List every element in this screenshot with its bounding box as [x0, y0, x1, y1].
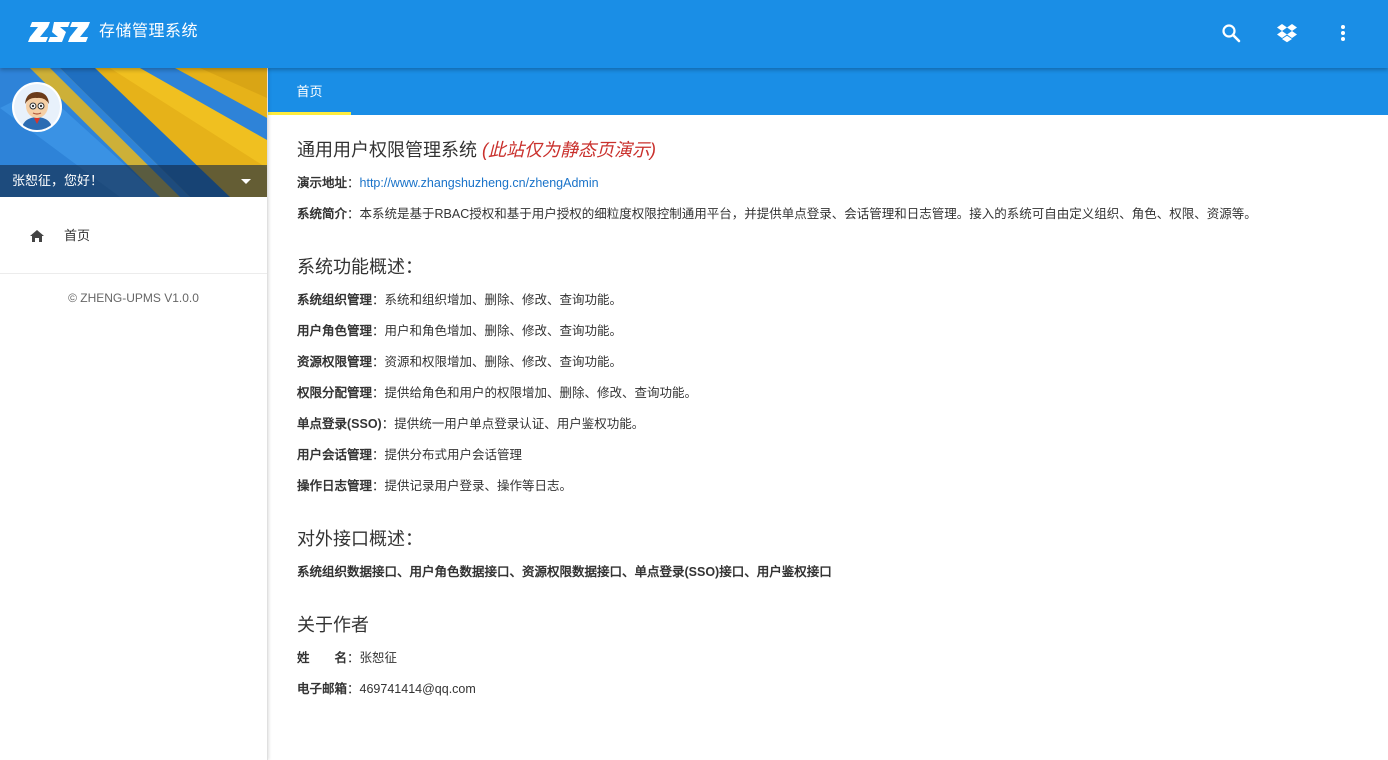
api-text: 系统组织数据接口、用户角色数据接口、资源权限数据接口、单点登录(SSO)接口、用…	[297, 565, 832, 579]
divider	[0, 273, 267, 274]
feature-item: 系统组织管理：系统和组织增加、删除、修改、查询功能。	[297, 291, 1367, 309]
tab-label: 首页	[296, 84, 323, 99]
feature-text: 系统和组织增加、删除、修改、查询功能。	[384, 293, 623, 307]
feature-label: 系统组织管理	[297, 293, 373, 307]
feature-text: 提供统一用户单点登录认证、用户鉴权功能。	[394, 417, 645, 431]
page-title: 通用用户权限管理系统 (此站仅为静态页演示)	[297, 138, 1367, 162]
main-content: 通用用户权限管理系统 (此站仅为静态页演示) 演示地址：http://www.z…	[297, 138, 1367, 711]
feature-item: 单点登录(SSO)：提供统一用户单点登录认证、用户鉴权功能。	[297, 415, 1367, 433]
author-heading: 关于作者	[297, 615, 369, 635]
separator: ：	[347, 207, 360, 221]
home-icon	[29, 228, 45, 244]
tab-home[interactable]: 首页	[268, 68, 351, 115]
separator: ：	[372, 479, 385, 493]
profile-header: 张恕征，您好！	[0, 68, 267, 197]
author-email: 电子邮箱：469741414@qq.com	[297, 680, 1367, 698]
feature-label: 用户会话管理	[297, 448, 373, 462]
user-menu-toggle[interactable]: 张恕征，您好！	[0, 165, 267, 197]
feature-item: 资源权限管理：资源和权限增加、删除、修改、查询功能。	[297, 353, 1367, 371]
demo-address: 演示地址：http://www.zhangshuzheng.cn/zhengAd…	[297, 174, 1367, 192]
feature-text: 资源和权限增加、删除、修改、查询功能。	[384, 355, 623, 369]
demo-label: 演示地址	[297, 176, 348, 190]
active-tab-indicator	[268, 112, 351, 115]
feature-text: 提供给角色和用户的权限增加、删除、修改、查询功能。	[384, 386, 698, 400]
feature-label: 资源权限管理	[297, 355, 373, 369]
separator: ：	[381, 417, 395, 431]
avatar[interactable]	[12, 82, 62, 132]
author-email-label: 电子邮箱	[297, 682, 348, 696]
separator: ：	[347, 176, 360, 190]
feature-text: 用户和角色增加、删除、修改、查询功能。	[384, 324, 623, 338]
sidebar-item-home[interactable]: 首页	[0, 212, 267, 260]
author-name-value: 张恕征	[359, 651, 398, 665]
user-greeting: 张恕征，您好！	[12, 173, 104, 188]
sidebar: 张恕征，您好！ 首页 © ZHENG-UPMS V1.0.0	[0, 68, 268, 760]
dropbox-icon[interactable]	[1274, 20, 1300, 46]
features-heading: 系统功能概述：	[297, 257, 423, 277]
demo-link[interactable]: http://www.zhangshuzheng.cn/zhengAdmin	[360, 176, 599, 190]
feature-label: 用户角色管理	[297, 324, 373, 338]
feature-text: 提供分布式用户会话管理	[384, 448, 523, 462]
separator: ：	[372, 448, 385, 462]
system-intro: 系统简介：本系统是基于RBAC授权和基于用户授权的细粒度权限控制通用平台，并提供…	[297, 205, 1367, 223]
separator: ：	[347, 651, 360, 665]
top-app-bar: 存储管理系统	[0, 0, 1388, 68]
author-name: 姓 名：张恕征	[297, 649, 1367, 667]
intro-text: 本系统是基于RBAC授权和基于用户授权的细粒度权限控制通用平台，并提供单点登录、…	[359, 207, 1257, 221]
api-heading: 对外接口概述：	[297, 529, 423, 549]
demo-note: (此站仅为静态页演示)	[482, 140, 657, 160]
feature-item: 操作日志管理：提供记录用户登录、操作等日志。	[297, 477, 1367, 495]
feature-item: 用户会话管理：提供分布式用户会话管理	[297, 446, 1367, 464]
feature-label: 操作日志管理	[297, 479, 373, 493]
feature-label: 权限分配管理	[297, 386, 373, 400]
search-icon[interactable]	[1218, 20, 1244, 46]
sidebar-item-label: 首页	[64, 228, 91, 243]
author-name-label: 姓 名	[297, 651, 348, 665]
separator: ：	[372, 386, 385, 400]
copyright-text: © ZHENG-UPMS V1.0.0	[68, 291, 199, 305]
feature-item: 用户角色管理：用户和角色增加、删除、修改、查询功能。	[297, 322, 1367, 340]
feature-item: 权限分配管理：提供给角色和用户的权限增加、删除、修改、查询功能。	[297, 384, 1367, 402]
more-vert-icon[interactable]	[1330, 20, 1356, 46]
feature-label: 单点登录(SSO)	[297, 417, 382, 431]
caret-down-icon	[241, 179, 251, 184]
separator: ：	[372, 293, 385, 307]
feature-text: 提供记录用户登录、操作等日志。	[384, 479, 573, 493]
logo-icon	[28, 18, 90, 46]
tab-bar: 首页	[268, 68, 1388, 115]
app-title: 存储管理系统	[99, 23, 199, 40]
intro-label: 系统简介	[297, 207, 348, 221]
title-text: 通用用户权限管理系统	[297, 140, 477, 160]
api-list: 系统组织数据接口、用户角色数据接口、资源权限数据接口、单点登录(SSO)接口、用…	[297, 563, 1367, 581]
separator: ：	[372, 324, 385, 338]
separator: ：	[372, 355, 385, 369]
author-email-value: 469741414@qq.com	[359, 682, 476, 696]
separator: ：	[347, 682, 360, 696]
